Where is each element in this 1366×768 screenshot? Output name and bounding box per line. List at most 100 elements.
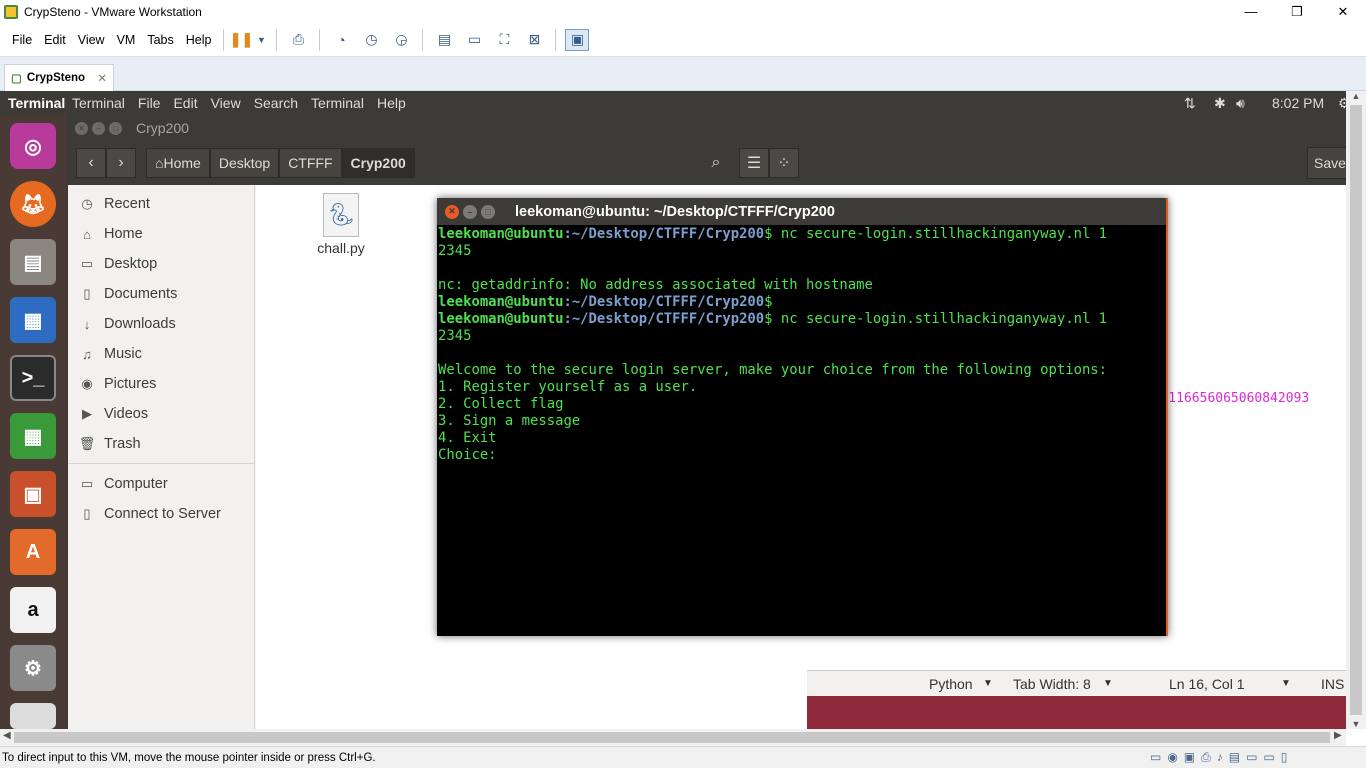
terminal-maximize-icon[interactable]: □: [481, 204, 495, 219]
terminal-close-icon[interactable]: ✕: [445, 204, 459, 219]
grid-view-icon[interactable]: ⁘: [769, 148, 799, 178]
vm-tab[interactable]: ▢ CrypSteno ✕: [4, 64, 114, 91]
files-icon[interactable]: ▤: [10, 239, 56, 285]
chevron-down-icon[interactable]: ▼: [255, 29, 267, 51]
thumbnail-icon[interactable]: ▭: [462, 29, 486, 51]
settings-gear-icon[interactable]: ⚙: [1338, 95, 1346, 112]
send-ctrl-alt-del-icon[interactable]: ⎙: [286, 29, 310, 51]
prompt-path: :~/Desktop/CTFFF/Cryp200: [563, 294, 765, 310]
forward-button[interactable]: ›: [106, 148, 136, 178]
revert-snapshot-icon[interactable]: ◷: [359, 29, 383, 51]
scroll-down-icon[interactable]: ▼: [1346, 719, 1366, 729]
terminal-output[interactable]: leekoman@ubuntu:~/Desktop/CTFFF/Cryp200$…: [437, 225, 1166, 464]
toolbar-separator: [319, 28, 321, 51]
command-text: $ nc secure-login.stillhackinganyway.nl …: [764, 311, 1108, 327]
sidebar-item-documents[interactable]: ▯ Documents: [68, 279, 254, 309]
list-view-icon[interactable]: ☰: [739, 148, 769, 178]
menu-view[interactable]: View: [72, 33, 111, 47]
breadcrumb-home[interactable]: ⌂ Home: [146, 148, 210, 178]
terminal-icon[interactable]: >_: [10, 355, 56, 401]
volume-icon[interactable]: 🔊︎: [1236, 95, 1245, 112]
pause-icon[interactable]: ❚❚: [230, 29, 253, 51]
sidebar-item-pictures[interactable]: ◉ Pictures: [68, 369, 254, 399]
terminal-window[interactable]: ✕ – □ leekoman@ubuntu: ~/Desktop/CTFFF/C…: [437, 198, 1168, 636]
sidebar-item-videos[interactable]: ▶ Videos: [68, 399, 254, 429]
files-minimize-icon[interactable]: –: [92, 121, 105, 135]
snapshot-icon[interactable]: ◔: [329, 29, 353, 51]
topbar-menu-file[interactable]: File: [138, 95, 168, 111]
writer-icon[interactable]: ▦: [10, 297, 56, 343]
menu-edit[interactable]: Edit: [38, 33, 72, 47]
music-icon: ♫: [82, 346, 92, 362]
files-close-icon[interactable]: ✕: [75, 121, 88, 135]
scroll-right-icon[interactable]: ▶: [1334, 730, 1342, 741]
menu-vm[interactable]: VM: [111, 33, 142, 47]
sidebar-item-music[interactable]: ♫ Music: [68, 339, 254, 369]
horizontal-scrollbar[interactable]: ◀ ▶: [0, 729, 1346, 746]
insert-mode: INS: [1321, 676, 1345, 692]
back-button[interactable]: ‹: [76, 148, 106, 178]
restore-button[interactable]: ❐: [1274, 0, 1320, 23]
menu-help[interactable]: Help: [180, 33, 218, 47]
sidebar-item-downloads[interactable]: ↓ Downloads: [68, 309, 254, 339]
files-maximize-icon[interactable]: □: [109, 121, 122, 135]
scroll-thumb[interactable]: [1350, 105, 1362, 715]
vm-screen[interactable]: Terminal Terminal File Edit View Search …: [0, 91, 1346, 729]
tab-width-selector[interactable]: Tab Width: 8: [1013, 676, 1091, 692]
terminal-title: leekoman@ubuntu: ~/Desktop/CTFFF/Cryp200: [515, 203, 835, 220]
fullscreen-icon[interactable]: ⛶: [492, 29, 516, 51]
unity-icon[interactable]: ⊠: [522, 29, 546, 51]
snapshot-manager-icon[interactable]: ◶: [389, 29, 413, 51]
sidebar-item-recent[interactable]: ◷ Recent: [68, 189, 254, 219]
bluetooth-icon[interactable]: ✱: [1214, 95, 1226, 112]
topbar-menu-help[interactable]: Help: [377, 95, 413, 111]
topbar-menu-search[interactable]: Search: [254, 95, 305, 111]
close-tab-icon[interactable]: ✕: [97, 71, 107, 85]
network-icon[interactable]: ⇅: [1184, 95, 1196, 112]
python-file-icon: 🐍︎: [323, 193, 359, 237]
calc-icon[interactable]: ▦: [10, 413, 56, 459]
impress-icon[interactable]: ▣: [10, 471, 56, 517]
sidebar-item-home[interactable]: ⌂ Home: [68, 219, 254, 249]
console-view-icon[interactable]: ▣: [565, 28, 590, 51]
sidebar-item-computer[interactable]: ▭ Computer: [68, 469, 254, 499]
scroll-thumb[interactable]: [14, 732, 1330, 743]
sidebar-item-connect-to-server[interactable]: ▯ Connect to Server: [68, 499, 254, 529]
toolbar-separator: [223, 28, 225, 51]
scroll-left-icon[interactable]: ◀: [3, 730, 11, 741]
software-center-icon[interactable]: A: [10, 529, 56, 575]
vm-tabstrip: ▢ CrypSteno ✕: [0, 57, 1366, 91]
prompt-user: leekoman@ubuntu: [438, 311, 564, 327]
device-icons[interactable]: ▭◉▣⎙♪▤▭▭▯: [1150, 750, 1293, 765]
firefox-icon[interactable]: 🦊︎: [10, 181, 56, 227]
topbar-menu-edit[interactable]: Edit: [173, 95, 204, 111]
scroll-up-icon[interactable]: ▲: [1346, 91, 1366, 101]
library-icon[interactable]: ▤: [432, 29, 456, 51]
sidebar-item-trash[interactable]: 🗑︎ Trash: [68, 429, 254, 459]
search-icon[interactable]: ⌕: [701, 148, 731, 178]
ubuntu-dash-icon[interactable]: ◎: [10, 123, 56, 169]
save-button[interactable]: Save: [1307, 147, 1346, 179]
computer-icon: ▭: [80, 476, 94, 491]
topbar-menu-terminal-2[interactable]: Terminal: [311, 95, 371, 111]
file-item[interactable]: 🐍︎ chall.py: [308, 193, 374, 256]
clock[interactable]: 8:02 PM: [1272, 95, 1324, 111]
menu-tabs[interactable]: Tabs: [141, 33, 179, 47]
vertical-scrollbar[interactable]: ▲ ▼: [1346, 91, 1366, 729]
trash-launcher-icon[interactable]: [10, 703, 56, 729]
system-settings-icon[interactable]: ⚙: [10, 645, 56, 691]
close-button[interactable]: ✕: [1320, 0, 1366, 23]
topbar-menu-view[interactable]: View: [211, 95, 248, 111]
sidebar-item-desktop[interactable]: ▭ Desktop: [68, 249, 254, 279]
terminal-minimize-icon[interactable]: –: [463, 204, 477, 219]
breadcrumb-desktop[interactable]: Desktop: [209, 148, 280, 178]
amazon-icon[interactable]: a: [10, 587, 56, 633]
toolbar-separator: [276, 28, 278, 51]
minimize-button[interactable]: —: [1228, 0, 1274, 23]
breadcrumb-cryp200[interactable]: Cryp200: [341, 148, 415, 178]
breadcrumb-ctfff[interactable]: CTFFF: [279, 148, 342, 178]
menu-file[interactable]: File: [6, 33, 38, 47]
language-selector[interactable]: Python: [929, 676, 973, 692]
breadcrumb-home-label: Home: [163, 155, 201, 171]
topbar-menu-terminal[interactable]: Terminal: [72, 95, 132, 111]
